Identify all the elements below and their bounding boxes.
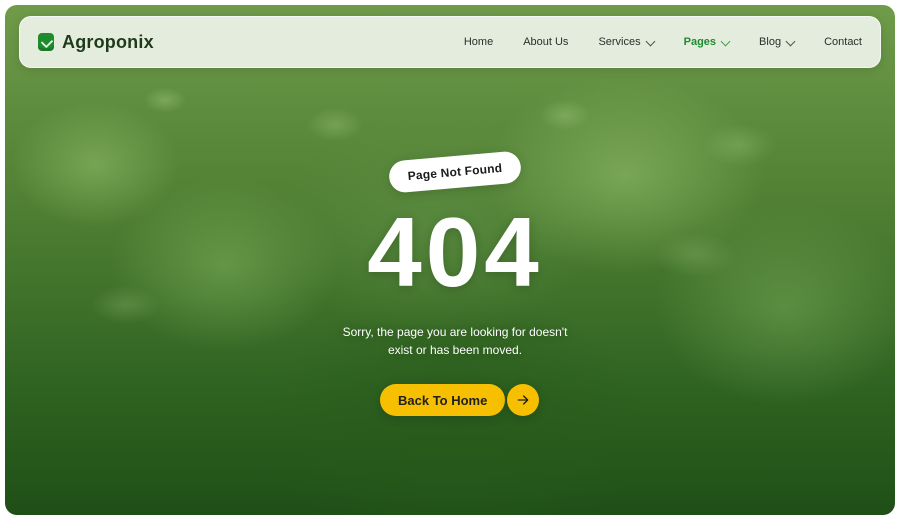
- badge-text: Page Not Found: [407, 160, 503, 184]
- arrow-right-icon: [518, 395, 529, 405]
- error-code: 404: [367, 197, 543, 307]
- page-not-found-badge: Page Not Found: [387, 150, 523, 194]
- page-frame: Agroponix Home About Us Services Pages B…: [5, 5, 895, 515]
- back-to-home-arrow-button[interactable]: [507, 384, 540, 416]
- back-to-home-label: Back To Home: [398, 392, 488, 408]
- hero: Page Not Found 404 Sorry, the page you a…: [5, 5, 895, 515]
- error-message-line-2: exist or has been moved.: [387, 343, 523, 357]
- back-to-home-cta: Back To Home: [380, 384, 540, 416]
- error-message-line-1: Sorry, the page you are looking for does…: [342, 325, 568, 339]
- error-message: Sorry, the page you are looking for does…: [315, 323, 595, 359]
- back-to-home-button[interactable]: Back To Home: [380, 384, 506, 416]
